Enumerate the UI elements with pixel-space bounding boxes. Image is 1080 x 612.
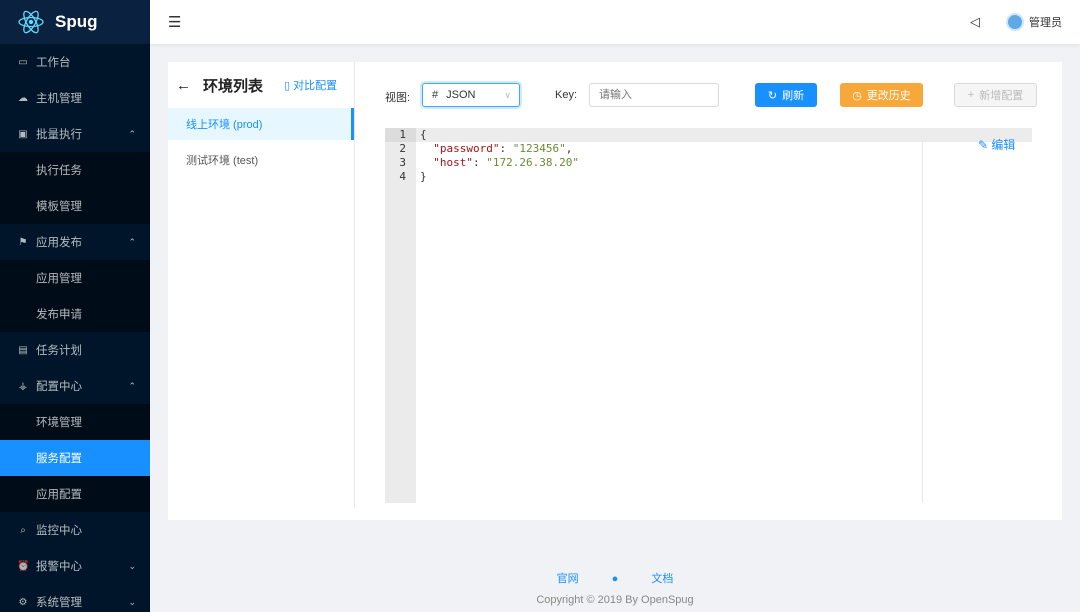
schedule-icon: ▤: [18, 344, 28, 356]
footer: 官网 ● 文档 Copyright © 2019 By OpenSpug: [150, 570, 1080, 606]
logo[interactable]: Spug: [0, 0, 150, 44]
sidebar-item[interactable]: 执行任务: [0, 152, 150, 188]
app-name: Spug: [55, 12, 98, 31]
sidebar-item[interactable]: 应用配置: [0, 476, 150, 512]
flag-icon: ⚑: [18, 236, 28, 248]
print-margin: [922, 142, 923, 503]
alarm-icon: ⏰: [17, 560, 30, 572]
code-line: {: [416, 128, 1032, 142]
sidebar-item-label: 发布申请: [36, 309, 82, 321]
sidebar-item-label: 应用配置: [36, 489, 82, 501]
username[interactable]: 管理员: [1029, 14, 1062, 30]
sidebar-item-label: 服务配置: [36, 453, 82, 465]
add-config-button[interactable]: + 新增配置: [954, 83, 1037, 107]
line-gutter: 1 2 3 4: [385, 128, 416, 503]
sidebar-item-label: 报警中心: [36, 561, 82, 573]
sidebar-item[interactable]: ⚙ 系统管理 ⌄: [0, 584, 150, 612]
copyright: Copyright © 2019 By OpenSpug: [536, 594, 694, 606]
key-input[interactable]: [589, 83, 719, 107]
sidebar-item[interactable]: ⚶ 配置中心 ⌃: [0, 368, 150, 404]
history-icon: ◷: [852, 89, 862, 102]
history-button[interactable]: ◷ 更改历史: [840, 83, 923, 107]
terminal-icon: ▣: [18, 128, 28, 140]
setting-icon: ⚙: [18, 596, 28, 608]
env-item-test[interactable]: 测试环境 (test): [168, 144, 354, 176]
edit-button[interactable]: ✎ 编辑: [978, 136, 1015, 153]
env-item-prod[interactable]: 线上环境 (prod): [168, 108, 354, 140]
sidebar-item[interactable]: 发布申请: [0, 296, 150, 332]
code-line: }: [420, 170, 427, 183]
line-number: 3: [399, 156, 406, 169]
sidebar-item-label: 模板管理: [36, 201, 82, 213]
sidebar-item-label: 执行任务: [36, 165, 82, 177]
monitor-icon: ▭: [18, 56, 28, 68]
key-label: Key:: [555, 89, 578, 101]
compare-config-link[interactable]: ▯ 对比配置: [284, 77, 337, 93]
chevron-down-icon: ∨: [504, 89, 511, 100]
chevron-down-icon: ⌄: [128, 596, 136, 607]
sidebar-item[interactable]: ▤ 任务计划: [0, 332, 150, 368]
top-header: ☰ ◁ 管理员: [150, 0, 1080, 44]
plus-icon: +: [967, 89, 975, 101]
sidebar-item-label: 应用发布: [36, 237, 82, 249]
edit-icon: ✎: [978, 138, 989, 152]
code-line: "password": "123456",: [433, 142, 573, 155]
sidebar-item[interactable]: ☁ 主机管理: [0, 80, 150, 116]
sidebar-item[interactable]: ▭ 工作台: [0, 44, 150, 80]
sidebar-item[interactable]: 环境管理: [0, 404, 150, 440]
sidebar-item[interactable]: ⌕ 监控中心: [0, 512, 150, 548]
chevron-up-icon: ⌃: [128, 236, 136, 247]
sidebar: Spug ▭ 工作台 ☁ 主机管理 ▣ 批量执行 ⌃ 执行任务模板管理 ⚑ 应用发布 ⌃ 应用管理发布…: [0, 0, 150, 612]
env-list-panel: ← 环境列表 ▯ 对比配置 线上环境 (prod) 测试环境 (test): [168, 62, 355, 508]
monitor-search-icon: ⌕: [20, 524, 26, 536]
refresh-button[interactable]: ↻ 刷新: [755, 83, 817, 107]
docs-link[interactable]: 文档: [651, 573, 673, 585]
sidebar-item-label: 应用管理: [36, 273, 82, 285]
sidebar-item[interactable]: 模板管理: [0, 188, 150, 224]
back-arrow-icon[interactable]: ←: [176, 77, 191, 94]
config-card: ← 环境列表 ▯ 对比配置 线上环境 (prod) 测试环境 (test) 视图…: [168, 62, 1062, 520]
react-logo-icon: [18, 10, 44, 34]
line-number: 1: [385, 128, 416, 142]
sidebar-item[interactable]: 服务配置: [0, 440, 150, 476]
github-icon[interactable]: ●: [612, 573, 619, 585]
sidebar-item[interactable]: ⚑ 应用发布 ⌃: [0, 224, 150, 260]
reload-icon: ↻: [767, 89, 778, 102]
sidebar-item-label: 批量执行: [36, 129, 82, 141]
sidebar-item-label: 配置中心: [36, 381, 82, 393]
sidebar-item[interactable]: ▣ 批量执行 ⌃: [0, 116, 150, 152]
env-list-title: 环境列表: [203, 77, 264, 95]
site-link[interactable]: 官网: [557, 573, 579, 585]
sidebar-item[interactable]: ⏰ 报警中心 ⌄: [0, 548, 150, 584]
view-select[interactable]: # JSON ∨: [422, 83, 520, 107]
line-number: 4: [399, 170, 406, 183]
sidebar-item-label: 工作台: [36, 57, 71, 69]
chevron-up-icon: ⌃: [128, 128, 136, 139]
sidebar-item-label: 环境管理: [36, 417, 82, 429]
sidebar-item-label: 监控中心: [36, 525, 82, 537]
sidebar-item-label: 任务计划: [36, 345, 82, 357]
chevron-up-icon: ⌃: [128, 380, 136, 391]
menu-fold-icon[interactable]: ☰: [168, 13, 181, 31]
code-line: "host": "172.26.38.20": [433, 156, 579, 169]
cluster-icon: ⚶: [18, 380, 28, 392]
chevron-down-icon: ⌄: [128, 560, 136, 571]
sidebar-item-label: 系统管理: [36, 597, 82, 609]
notification-icon[interactable]: ◁: [970, 14, 980, 30]
hash-icon: #: [432, 89, 439, 101]
sidebar-item-label: 主机管理: [36, 93, 82, 105]
sidebar-item[interactable]: 应用管理: [0, 260, 150, 296]
cloud-icon: ☁: [18, 92, 28, 104]
line-number: 2: [399, 142, 406, 155]
view-label: 视图:: [385, 92, 411, 104]
avatar[interactable]: [1006, 13, 1024, 31]
json-editor[interactable]: 1 2 3 4 { "password": "123456", "host": …: [385, 128, 1032, 503]
